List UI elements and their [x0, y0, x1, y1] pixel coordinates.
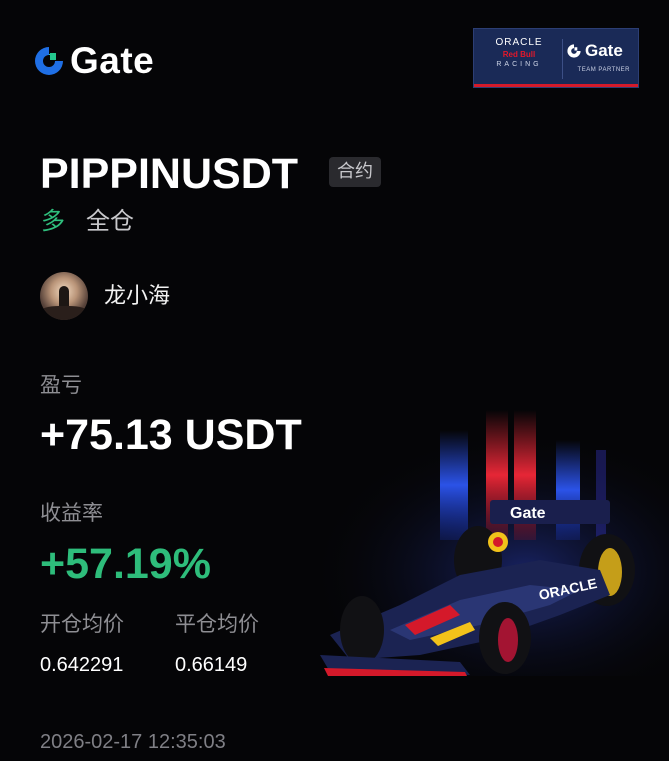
username: 龙小海 [104, 284, 171, 309]
open-price-value: 0.642291 [40, 654, 124, 676]
pnl-value: +75.13 USDT [40, 411, 302, 459]
position-direction: 多 [41, 207, 65, 235]
contract-tag: 合约 [329, 157, 381, 187]
open-price-label: 开仓均价 [40, 612, 124, 636]
badge-divider [562, 39, 563, 79]
margin-mode: 全仓 [86, 207, 134, 235]
gate-partner-logo: Gate TEAM PARTNER [566, 41, 636, 73]
partner-gate-text: Gate [585, 41, 623, 60]
badge-accent-line [474, 84, 638, 87]
gate-logo-icon [35, 46, 63, 75]
team-partner-text: TEAM PARTNER [577, 67, 630, 73]
roi-value: +57.19% [40, 540, 211, 588]
timestamp: 2026-02-17 12:35:03 [40, 731, 226, 753]
trading-pair: PIPPINUSDT [40, 150, 299, 198]
roi-label: 收益率 [40, 501, 103, 525]
red-bull-text: Red Bull [502, 50, 536, 59]
avatar [40, 272, 88, 320]
pnl-label: 盈亏 [40, 373, 82, 397]
oracle-text: ORACLE [495, 37, 543, 48]
gate-logo: Gate [32, 42, 154, 79]
share-card: Gate ORACLE Red Bull RACING Gate TEAM PA… [0, 0, 669, 761]
gate-small-icon [567, 44, 581, 58]
close-price-label: 平仓均价 [175, 612, 259, 636]
gate-logo-text: Gate [70, 40, 155, 81]
oracle-red-bull-racing-logo: ORACLE Red Bull RACING [480, 35, 558, 79]
racing-text: RACING [496, 61, 542, 68]
rear-wing-text: Gate [510, 505, 546, 522]
team-partner-badge: ORACLE Red Bull RACING Gate TEAM PARTNER [473, 28, 639, 88]
f1-car-illustration: Gate ORACLE [310, 410, 669, 700]
close-price-value: 0.66149 [175, 654, 248, 676]
